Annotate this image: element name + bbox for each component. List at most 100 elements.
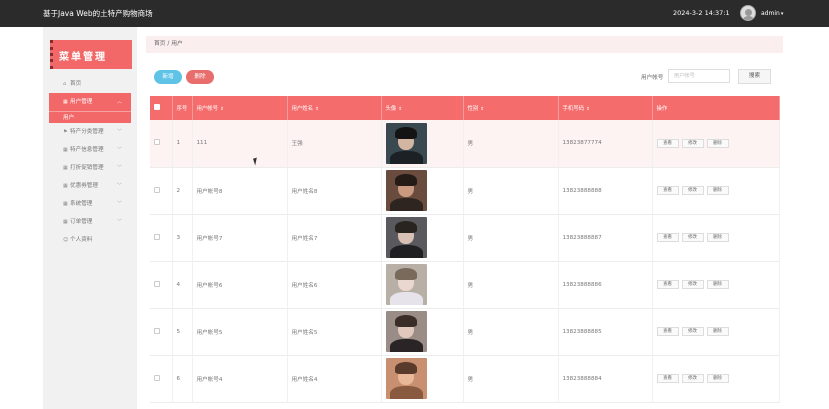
home-icon: ⌂ <box>63 81 67 87</box>
chevron-down-icon: ﹀ <box>116 147 122 153</box>
search-input[interactable] <box>668 69 730 83</box>
grid-icon: ▦ <box>63 201 68 207</box>
edit-button[interactable]: 修改 <box>681 186 704 195</box>
sort-icon[interactable]: ⇕ <box>315 107 319 112</box>
current-time: 2024-3-2 14:37:1 <box>673 9 730 17</box>
delete-row-button[interactable]: 删除 <box>706 186 729 195</box>
sidebar-item-system[interactable]: ▦ 系统管理 ﹀ <box>49 195 131 213</box>
sidebar-item-users[interactable]: ▦ 用户管理 ︿ <box>49 93 131 111</box>
cell-name: 用户姓名8 <box>287 167 382 214</box>
avatar-photo[interactable] <box>385 358 427 399</box>
row-checkbox[interactable] <box>154 327 160 334</box>
sidebar-item-profile[interactable]: ☺ 个人资料 <box>49 231 131 249</box>
sidebar: 菜单管理 ⌂ 首页 ▦ 用户管理 ︿ 用户 ⚑ 特产分类管理 ﹀ ▦ 特产信息管理 ﹀ ▦ 打折… <box>43 27 137 409</box>
table-row: 2 用户帐号8 用户姓名8 男 13823888888 查看 修改 删除 <box>150 167 780 214</box>
cell-name: 用户姓名6 <box>287 261 382 308</box>
sidebar-item-category[interactable]: ⚑ 特产分类管理 ﹀ <box>49 123 131 141</box>
sidebar-item-home[interactable]: ⌂ 首页 <box>49 75 131 93</box>
cell-account: 用户帐号4 <box>192 355 288 402</box>
grid-icon: ▦ <box>63 147 68 153</box>
cell-gender: 男 <box>463 308 559 355</box>
app-title: 基于Java Web的土特产购物商场 <box>43 9 153 18</box>
sidebar-item-coupon[interactable]: ▦ 优惠券管理 ﹀ <box>49 177 131 195</box>
cell-phone: 13823888888 <box>558 167 653 214</box>
cell-index: 3 <box>172 214 193 261</box>
edit-button[interactable]: 修改 <box>681 233 704 242</box>
cell-name: 用户姓名4 <box>287 355 382 402</box>
edit-button[interactable]: 修改 <box>681 374 704 383</box>
avatar-photo[interactable] <box>385 170 427 211</box>
add-button[interactable]: 新增 <box>154 70 182 84</box>
sidebar-item-promotion[interactable]: ▦ 打折促销管理 ﹀ <box>49 159 131 177</box>
breadcrumb: 首页 / 用户 <box>146 36 783 53</box>
column-header[interactable]: 用户姓名 ⇕ <box>287 96 382 120</box>
column-header[interactable]: 手机号码 ⇕ <box>558 96 653 120</box>
cell-account: 用户帐号8 <box>192 167 288 214</box>
cell-gender: 男 <box>463 214 559 261</box>
user-name: admin <box>761 10 780 17</box>
column-header[interactable]: 头像 ⇕ <box>381 96 464 120</box>
sidebar-item-orders[interactable]: ▦ 订单管理 ﹀ <box>49 213 131 231</box>
column-header[interactable]: 性别 ⇕ <box>463 96 559 120</box>
view-button[interactable]: 查看 <box>656 138 679 148</box>
row-checkbox[interactable] <box>154 374 160 381</box>
row-checkbox[interactable] <box>154 233 160 240</box>
delete-row-button[interactable]: 删除 <box>706 138 729 148</box>
avatar-photo[interactable] <box>385 311 427 352</box>
avatar-photo[interactable] <box>385 264 427 305</box>
cell-account: 用户帐号5 <box>192 308 288 355</box>
cell-account: 111 <box>192 120 288 167</box>
view-button[interactable]: 查看 <box>656 327 679 336</box>
cell-phone: 13823888886 <box>558 261 653 308</box>
select-all-checkbox[interactable] <box>154 104 160 110</box>
delete-row-button[interactable]: 删除 <box>706 327 729 336</box>
grid-icon: ▦ <box>63 219 68 225</box>
cell-account: 用户帐号7 <box>192 214 288 261</box>
edit-button[interactable]: 修改 <box>681 327 704 336</box>
column-header[interactable]: 用户帐号 ⇕ <box>192 96 288 120</box>
row-checkbox[interactable] <box>154 280 160 287</box>
grid-icon: ▦ <box>63 183 68 189</box>
edit-button[interactable]: 修改 <box>681 280 704 289</box>
grid-icon: ▦ <box>63 99 68 105</box>
delete-row-button[interactable]: 删除 <box>706 280 729 289</box>
table-row: 3 用户帐号7 用户姓名7 男 13823888887 查看 修改 删除 <box>150 214 780 261</box>
chevron-down-icon: ﹀ <box>116 165 122 171</box>
chevron-down-icon: ﹀ <box>116 219 122 225</box>
cell-phone: 13823888885 <box>558 308 653 355</box>
cell-name: 用户姓名5 <box>287 308 382 355</box>
menu-logo-text: 菜单管理 <box>59 52 107 63</box>
sidebar-item-products[interactable]: ▦ 特产信息管理 ﹀ <box>49 141 131 159</box>
cell-gender: 男 <box>463 355 559 402</box>
delete-row-button[interactable]: 删除 <box>706 233 729 242</box>
sort-icon[interactable]: ⇕ <box>480 107 484 112</box>
grid-icon: ▦ <box>63 165 68 171</box>
user-avatar[interactable] <box>740 5 756 21</box>
chevron-down-icon: ﹀ <box>116 129 122 135</box>
row-checkbox[interactable] <box>154 186 160 193</box>
table-header-row: 序号 用户帐号 ⇕ 用户姓名 ⇕ 头像 ⇕ 性别 ⇕ 手机号码 ⇕ 操作 <box>150 96 780 120</box>
view-button[interactable]: 查看 <box>656 374 679 383</box>
cell-gender: 男 <box>463 167 559 214</box>
avatar-photo[interactable] <box>385 122 427 164</box>
table-row: 1 111 王强 男 13823877774 查看 修改 删除 <box>150 120 780 167</box>
delete-row-button[interactable]: 删除 <box>706 374 729 383</box>
search-button[interactable]: 搜索 <box>738 69 771 84</box>
delete-button[interactable]: 删除 <box>186 70 214 84</box>
user-menu[interactable]: admin▾ <box>761 10 783 17</box>
view-button[interactable]: 查看 <box>656 233 679 242</box>
cell-gender: 男 <box>463 261 559 308</box>
cell-index: 2 <box>172 167 193 214</box>
sidebar-subitem-user[interactable]: 用户 <box>49 111 131 123</box>
chevron-up-icon: ︿ <box>116 99 122 105</box>
sort-icon[interactable]: ⇕ <box>220 107 224 112</box>
view-button[interactable]: 查看 <box>656 186 679 195</box>
edit-button[interactable]: 修改 <box>681 138 704 148</box>
view-button[interactable]: 查看 <box>656 280 679 289</box>
avatar-photo[interactable] <box>385 217 427 258</box>
search-label: 用户帐号 <box>641 75 664 81</box>
row-checkbox[interactable] <box>154 139 160 146</box>
sort-icon[interactable]: ⇕ <box>586 107 590 112</box>
table-row: 6 用户帐号4 用户姓名4 男 13823888884 查看 修改 删除 <box>150 355 780 402</box>
sort-icon[interactable]: ⇕ <box>398 107 402 112</box>
